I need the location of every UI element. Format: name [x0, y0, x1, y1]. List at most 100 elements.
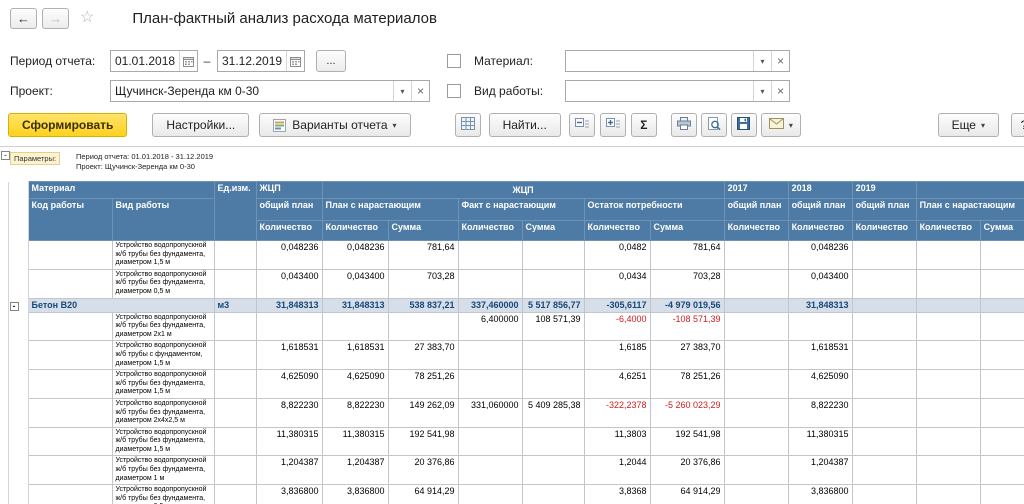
favorite-star-icon[interactable]: ☆: [80, 10, 94, 26]
value-cell[interactable]: 3,8368: [584, 485, 650, 504]
work-type-cell[interactable]: Устройство водопропускной ж/б трубы без …: [112, 312, 214, 341]
value-cell[interactable]: -108 571,39: [650, 312, 724, 341]
clear-icon[interactable]: ×: [411, 81, 429, 101]
value-cell[interactable]: 31,848313: [788, 298, 852, 312]
value-cell[interactable]: 4,625090: [788, 370, 852, 399]
value-cell[interactable]: [256, 312, 322, 341]
work-type-input[interactable]: ▾ ×: [565, 80, 790, 102]
print-button[interactable]: [671, 113, 697, 137]
value-cell[interactable]: 11,3803: [584, 427, 650, 456]
value-cell[interactable]: 5 409 285,38: [522, 398, 584, 427]
value-cell[interactable]: 4,6251: [584, 370, 650, 399]
value-cell[interactable]: 20 376,86: [388, 456, 458, 485]
value-cell[interactable]: [916, 269, 980, 298]
value-cell[interactable]: [852, 298, 916, 312]
value-cell[interactable]: 0,048236: [322, 241, 388, 270]
value-cell[interactable]: [522, 456, 584, 485]
work-code-cell[interactable]: [28, 269, 112, 298]
value-cell[interactable]: [458, 427, 522, 456]
work-type-cell[interactable]: Устройство водопропускной ж/б трубы без …: [112, 398, 214, 427]
value-cell[interactable]: [724, 427, 788, 456]
value-cell[interactable]: 1,6185: [584, 341, 650, 370]
value-cell[interactable]: [916, 456, 980, 485]
value-cell[interactable]: 781,64: [388, 241, 458, 270]
value-cell[interactable]: 4,625090: [256, 370, 322, 399]
value-cell[interactable]: [852, 312, 916, 341]
value-cell[interactable]: 64 914,29: [650, 485, 724, 504]
report-variants-button[interactable]: Варианты отчета ▾: [259, 113, 410, 137]
value-cell[interactable]: [980, 241, 1024, 270]
value-cell[interactable]: [852, 370, 916, 399]
value-cell[interactable]: [980, 427, 1024, 456]
material-input[interactable]: ▾ ×: [565, 50, 790, 72]
value-cell[interactable]: [724, 341, 788, 370]
value-cell[interactable]: [916, 298, 980, 312]
value-cell[interactable]: 781,64: [650, 241, 724, 270]
value-cell[interactable]: [458, 341, 522, 370]
value-cell[interactable]: 0,043400: [788, 269, 852, 298]
value-cell[interactable]: 0,048236: [788, 241, 852, 270]
value-cell[interactable]: [458, 370, 522, 399]
value-cell[interactable]: [916, 370, 980, 399]
value-cell[interactable]: [852, 341, 916, 370]
value-cell[interactable]: 149 262,09: [388, 398, 458, 427]
work-code-cell[interactable]: [28, 241, 112, 270]
period-more-button[interactable]: ...: [316, 50, 346, 72]
value-cell[interactable]: 27 383,70: [650, 341, 724, 370]
value-cell[interactable]: 1,2044: [584, 456, 650, 485]
value-cell[interactable]: [458, 485, 522, 504]
unit-cell[interactable]: [214, 269, 256, 298]
dropdown-icon[interactable]: ▾: [393, 81, 411, 101]
value-cell[interactable]: -6,4000: [584, 312, 650, 341]
value-cell[interactable]: 20 376,86: [650, 456, 724, 485]
work-type-cell[interactable]: Устройство водопропускной ж/б трубы без …: [112, 485, 214, 504]
value-cell[interactable]: [724, 370, 788, 399]
find-button[interactable]: Найти...: [489, 113, 561, 137]
generate-button[interactable]: Сформировать: [8, 113, 127, 137]
expand-groups-button[interactable]: [600, 113, 626, 137]
value-cell[interactable]: [980, 370, 1024, 399]
value-cell[interactable]: 6,400000: [458, 312, 522, 341]
value-cell[interactable]: 8,822230: [256, 398, 322, 427]
value-cell[interactable]: 78 251,26: [650, 370, 724, 399]
work-code-cell[interactable]: [28, 370, 112, 399]
work-type-cell[interactable]: Устройство водопропускной ж/б трубы без …: [112, 370, 214, 399]
value-cell[interactable]: [724, 485, 788, 504]
work-code-cell[interactable]: [28, 456, 112, 485]
unit-cell[interactable]: м3: [214, 298, 256, 312]
unit-cell[interactable]: [214, 485, 256, 504]
back-button[interactable]: ←: [10, 8, 37, 29]
value-cell[interactable]: [724, 241, 788, 270]
calendar-icon[interactable]: [179, 51, 197, 71]
value-cell[interactable]: 1,204387: [322, 456, 388, 485]
value-cell[interactable]: [916, 398, 980, 427]
send-email-button[interactable]: ▾: [761, 113, 801, 137]
work-code-cell[interactable]: [28, 312, 112, 341]
value-cell[interactable]: [458, 269, 522, 298]
value-cell[interactable]: 538 837,21: [388, 298, 458, 312]
value-cell[interactable]: 0,0482: [584, 241, 650, 270]
value-cell[interactable]: [852, 456, 916, 485]
work-code-cell[interactable]: [28, 398, 112, 427]
work-type-cell[interactable]: Устройство водопропускной ж/б трубы без …: [112, 241, 214, 270]
value-cell[interactable]: 8,822230: [788, 398, 852, 427]
value-cell[interactable]: [852, 427, 916, 456]
value-cell[interactable]: 192 541,98: [650, 427, 724, 456]
value-cell[interactable]: 3,836800: [256, 485, 322, 504]
value-cell[interactable]: [522, 485, 584, 504]
grid-settings-button[interactable]: [455, 113, 481, 137]
value-cell[interactable]: 0,043400: [322, 269, 388, 298]
unit-cell[interactable]: [214, 312, 256, 341]
unit-cell[interactable]: [214, 456, 256, 485]
value-cell[interactable]: -5 260 023,29: [650, 398, 724, 427]
value-cell[interactable]: [852, 485, 916, 504]
value-cell[interactable]: [458, 456, 522, 485]
value-cell[interactable]: [916, 427, 980, 456]
dropdown-icon[interactable]: ▾: [753, 81, 771, 101]
value-cell[interactable]: 5 517 856,77: [522, 298, 584, 312]
material-cell[interactable]: Бетон В20: [28, 298, 214, 312]
value-cell[interactable]: 3,836800: [788, 485, 852, 504]
clear-icon[interactable]: ×: [771, 81, 789, 101]
value-cell[interactable]: [916, 312, 980, 341]
work-type-cell[interactable]: Устройство водопропускной ж/б трубы без …: [112, 456, 214, 485]
